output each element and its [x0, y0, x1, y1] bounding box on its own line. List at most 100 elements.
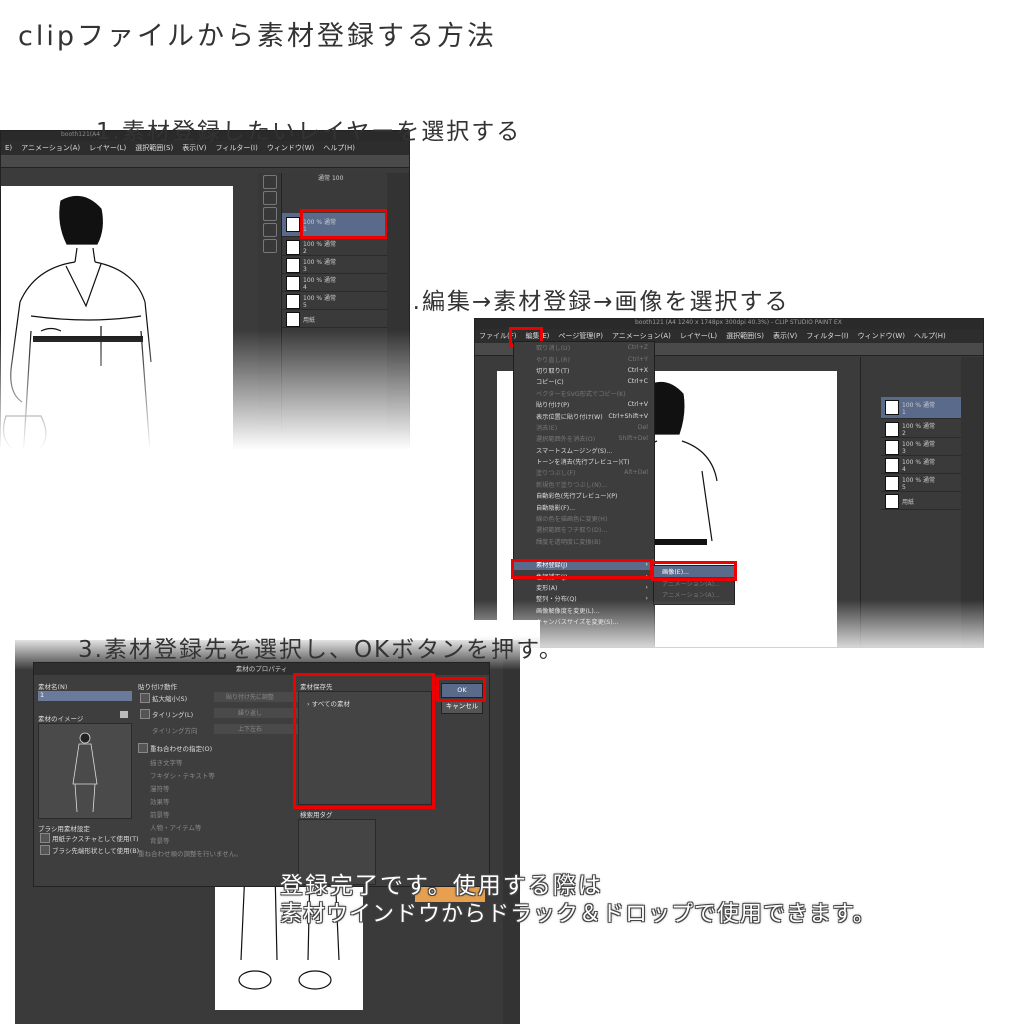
overlap-option[interactable]: 背景等 [150, 835, 170, 845]
menu-help[interactable]: ヘルプ(H) [914, 331, 946, 341]
menu-item-paste-in-place[interactable]: 表示位置に貼り付け(W) Ctrl+Shift+V [514, 410, 654, 421]
layer-row[interactable]: 100 % 通常 4 [282, 275, 387, 292]
screen2-window: booth121 (A4 1240 x 1748px 300dpi 40.3%)… [474, 318, 984, 648]
menu-item-auto-shadow[interactable]: 自動陰影(F)... [514, 501, 654, 512]
overlap-option[interactable]: 前景等 [150, 809, 170, 819]
brush-tip-checkbox[interactable] [40, 845, 50, 855]
screen1-tool-palette [258, 173, 280, 433]
step2-text: 2.編集→素材登録→画像を選択する [396, 289, 790, 315]
material-name-label: 素材名(N) [38, 683, 68, 691]
screen1-layer-panel: 通常 100 100 % 通常 1 100 % 通常 2 100 % 通常 3 100… [281, 173, 388, 433]
overlap-option[interactable]: 人物・アイテム等 [150, 822, 201, 832]
fill-tool-icon[interactable] [263, 239, 277, 253]
eraser-tool-icon[interactable] [263, 223, 277, 237]
layer-row[interactable]: 用紙 [282, 311, 387, 328]
layer-row[interactable]: 用紙 [881, 493, 961, 510]
scale-checkbox[interactable] [140, 693, 150, 703]
menu-view[interactable]: 表示(V) [773, 331, 797, 341]
figure-thumbnail-image [72, 732, 98, 813]
highlight-save-location [293, 673, 435, 809]
menu-selection[interactable]: 選択範囲(S) [726, 331, 764, 341]
menu-filter[interactable]: フィルター(I) [806, 331, 848, 341]
screen1-toolbar [1, 155, 409, 168]
material-name-input[interactable]: 1 [38, 691, 132, 701]
paper-texture-label: 用紙テクスチャとして使用(T) [52, 835, 139, 843]
highlight-selected-layer [300, 209, 388, 239]
layer-row[interactable]: 100 % 通常 3 [881, 439, 961, 456]
menu-page[interactable]: ページ管理(P) [558, 331, 603, 341]
layer-row[interactable]: 100 % 通常 5 [881, 475, 961, 492]
material-property-dialog: 素材のプロパティ 素材名(N) 1 素材のイメージ ブラシ用素材設定 用紙テクス… [33, 662, 490, 887]
screen2-titlebar: booth121 (A4 1240 x 1748px 300dpi 40.3%)… [475, 319, 983, 329]
menu-item-border[interactable]: 選択範囲をフチ取り(D)... [514, 524, 654, 535]
paste-behavior-label: 貼り付け動作 [138, 683, 177, 691]
menu-item[interactable]: アニメーション(A) [21, 143, 80, 153]
tiling-checkbox[interactable] [140, 709, 150, 719]
screen2-right-icons [961, 357, 983, 647]
screen1-window: booth121(A4 E) アニメーション(A) レイヤー(L) 選択範囲(S… [0, 130, 410, 470]
layer-blend-mode[interactable]: 通常 100 [282, 173, 387, 185]
menu-window[interactable]: ウィンドウ(W) [858, 331, 905, 341]
menu-item-copy[interactable]: コピー(C) Ctrl+C [514, 376, 654, 387]
folder-icon[interactable] [120, 711, 128, 718]
menu-item-clear[interactable]: 消去(E) Del [514, 422, 654, 433]
overlap-option[interactable]: 描き文字等 [150, 757, 183, 767]
menu-item-align[interactable]: 整列・分布(Q) › [514, 593, 654, 604]
overlap-option[interactable]: 効果等 [150, 796, 170, 806]
highlight-register-material [511, 559, 653, 579]
figure-lineart-image [2, 195, 152, 469]
menu-item-auto-color[interactable]: 自動彩色(先行プレビュー)(P) [514, 490, 654, 501]
scale-label: 拡大縮小(S) [152, 695, 188, 703]
page-title: clipファイルから素材登録する方法 [18, 21, 497, 52]
material-image-label: 素材のイメージ [38, 715, 84, 723]
menu-item-tone-erase[interactable]: トーンを消去(先行プレビュー)(T) [514, 456, 654, 467]
highlight-image-item [651, 561, 737, 581]
menu-item-redo[interactable]: やり直し(R) Ctrl+Y [514, 353, 654, 364]
pen-tool-icon[interactable] [263, 175, 277, 189]
submenu-animation-2[interactable]: アニメーション(A)... [654, 589, 734, 600]
menu-item-transform[interactable]: 変形(A) › [514, 582, 654, 593]
menu-item-paste[interactable]: 貼り付け(P) Ctrl+V [514, 399, 654, 410]
step3-text: 3.素材登録先を選択し、OKボタンを押す。 [78, 637, 564, 663]
menu-item[interactable]: E) [5, 144, 12, 152]
menu-item-luminance[interactable]: 輝度を透明度に変換(B) [514, 536, 654, 547]
material-image-preview [38, 723, 132, 819]
screen3-right-icons [503, 660, 520, 1024]
layer-row[interactable]: 100 % 通常 4 [881, 457, 961, 474]
text-tool-icon[interactable] [263, 191, 277, 205]
menu-item-copy-svg[interactable]: ベクターをSVG形式でコピー(K) [514, 388, 654, 399]
brush-settings-label: ブラシ用素材設定 [38, 825, 90, 833]
menu-item-fill[interactable]: 塗りつぶし(F) Alt+Del [514, 467, 654, 478]
menu-item-undo[interactable]: 取り消し(U) Ctrl+Z [514, 342, 654, 353]
overlap-note: 重ね合わせ順の調整を行いません。 [138, 850, 242, 858]
layer-row[interactable]: 100 % 通常 3 [282, 257, 387, 274]
menu-item-clear-outside[interactable]: 選択範囲外を消去(O) Shift+Del [514, 433, 654, 444]
overlap-checkbox[interactable] [138, 743, 148, 753]
layer-row[interactable]: 100 % 通常 5 [282, 293, 387, 310]
brush-tip-label: ブラシ先端形状として使用(B) [52, 847, 140, 855]
layer-row[interactable]: 100 % 通常 2 [282, 239, 387, 256]
menu-item-canvas-size[interactable]: キャンバスサイズを変更(S)... [514, 616, 654, 627]
step1-text: 1.素材登録したいレイヤーを選択する [96, 119, 522, 145]
scale-select[interactable]: 貼り付け先に調整 [214, 692, 302, 702]
brush-tool-icon[interactable] [263, 207, 277, 221]
menu-item-resolution[interactable]: 画像解像度を変更(L)... [514, 605, 654, 616]
menu-animation[interactable]: アニメーション(A) [612, 331, 671, 341]
screen1-canvas[interactable] [1, 186, 233, 469]
tiling-label: タイリング(L) [152, 711, 194, 719]
overlap-option[interactable]: フキダシ・テキスト等 [150, 770, 215, 780]
menu-layer[interactable]: レイヤー(L) [680, 331, 717, 341]
paper-texture-checkbox[interactable] [40, 833, 50, 843]
menu-item-cut[interactable]: 切り取り(T) Ctrl+X [514, 365, 654, 376]
screen2-layer-panel: 100 % 通常 1 100 % 通常 2 100 % 通常 3 100 % 通常 4 … [860, 357, 961, 647]
layer-row[interactable]: 100 % 通常 2 [881, 421, 961, 438]
search-tag-label: 検索用タグ [300, 811, 333, 819]
overlap-label: 重ね合わせの指定(O) [150, 745, 213, 753]
edit-menu-dropdown: 取り消し(U) Ctrl+Z やり直し(R) Ctrl+Y 切り取り(T) Ctrl+… [513, 341, 655, 647]
menu-item-fill-new-color[interactable]: 新規色で塗りつぶし(N)... [514, 479, 654, 490]
menu-item-line-color[interactable]: 線の色を描画色に変更(H) [514, 513, 654, 524]
menu-item-smart-smoothing[interactable]: スマートスムージング(S)... [514, 445, 654, 456]
overlap-option[interactable]: 漫符等 [150, 783, 170, 793]
layer-row[interactable]: 100 % 通常 1 [881, 397, 961, 419]
done-text-line1: 登録完了です。使用する際は [280, 873, 603, 899]
